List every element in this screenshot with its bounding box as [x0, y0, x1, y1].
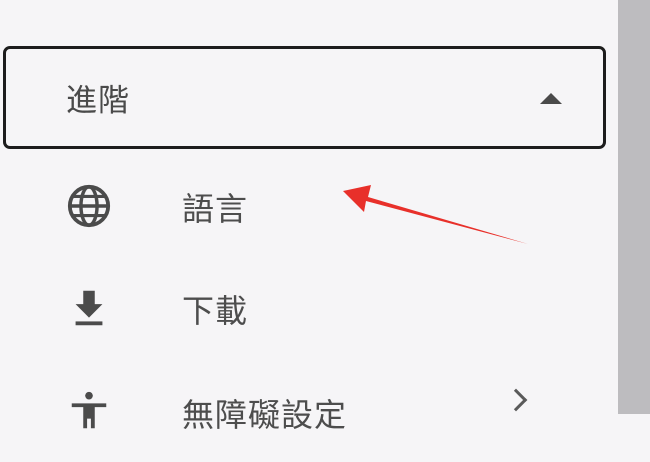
menu-item-downloads[interactable]: 下載 [0, 258, 610, 358]
menu-item-label: 下載 [182, 292, 249, 330]
advanced-section-header[interactable]: 進階 [3, 46, 606, 149]
menu-item-language[interactable]: 語言 [0, 156, 610, 256]
globe-icon [66, 183, 112, 229]
advanced-section-label: 進階 [66, 83, 130, 119]
menu-item-accessibility[interactable]: 無障礙設定 [0, 362, 610, 462]
download-icon [66, 285, 112, 331]
caret-up-icon [540, 93, 562, 104]
menu-item-label: 語言 [182, 190, 249, 228]
settings-menu: 進階 語言 下載 無障礙設定 [0, 0, 618, 434]
scrollbar-track[interactable] [618, 0, 650, 414]
menu-item-label: 無障礙設定 [182, 396, 348, 434]
accessibility-icon [66, 388, 112, 434]
